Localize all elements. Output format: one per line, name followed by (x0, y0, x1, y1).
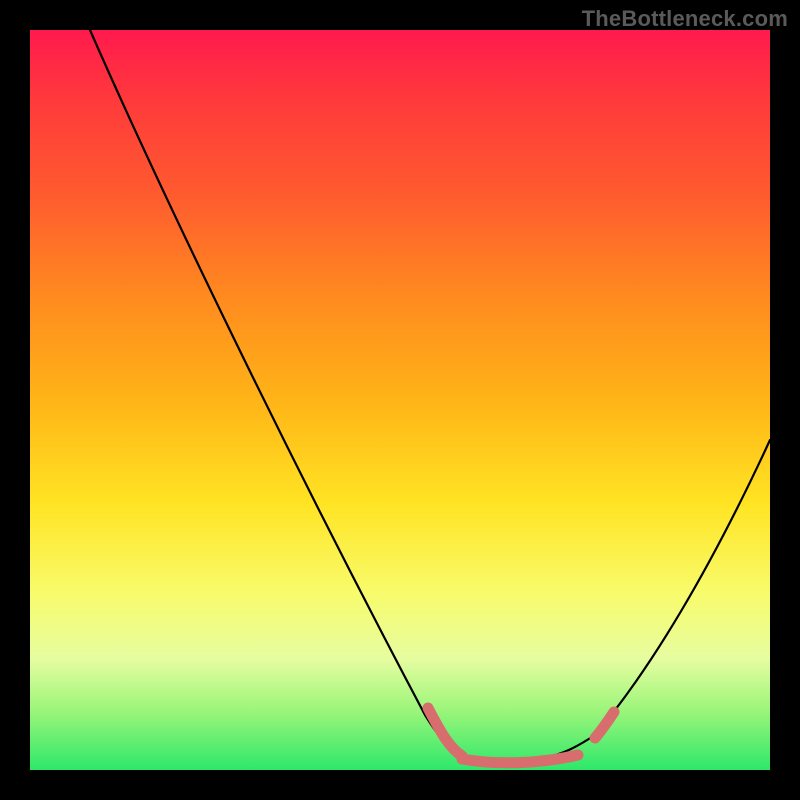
chart-svg (30, 30, 770, 770)
minimum-marker-left (428, 708, 462, 756)
curve-line (90, 30, 770, 760)
plot-area (30, 30, 770, 770)
minimum-marker-bottom (462, 755, 578, 763)
minimum-marker-right (595, 712, 614, 738)
chart-frame: TheBottleneck.com (0, 0, 800, 800)
watermark-text: TheBottleneck.com (582, 6, 788, 32)
